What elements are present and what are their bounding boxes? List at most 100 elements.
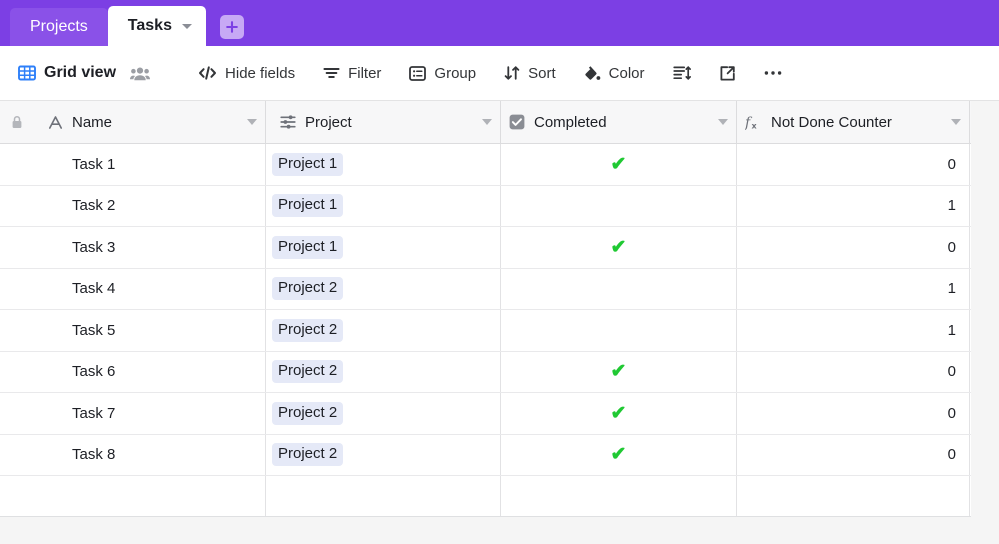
cell-counter-text: 1 (947, 280, 956, 298)
linked-record-tag[interactable]: Project 2 (272, 443, 344, 467)
cell-completed[interactable]: ✔ (501, 144, 737, 185)
cell-completed[interactable]: ✔ (501, 351, 737, 392)
checkbox-checked-icon[interactable]: ✔ (611, 445, 627, 464)
group-button[interactable]: Group (402, 58, 483, 88)
grid-container[interactable]: Name Project Completed f x Not Done Coun… (0, 101, 999, 544)
table-row[interactable]: Task 2 Project 1 1 (0, 185, 971, 227)
column-header-name[interactable]: Name (33, 101, 266, 143)
cell-not-done-counter[interactable]: 0 (737, 144, 970, 185)
cell-project[interactable]: Project 2 (266, 393, 501, 434)
row-gutter[interactable] (0, 393, 33, 434)
add-table-button[interactable] (219, 15, 244, 39)
chevron-down-icon[interactable] (247, 119, 257, 125)
tab-bar: Projects Tasks (0, 0, 999, 46)
cell-not-done-counter[interactable]: 0 (737, 227, 970, 268)
cell-project[interactable]: Project 1 (266, 185, 501, 226)
cell-not-done-counter[interactable]: 0 (737, 393, 970, 434)
cell-completed[interactable]: ✔ (501, 227, 737, 268)
grid-footer (0, 517, 971, 544)
table-row[interactable]: Task 6 Project 2 ✔ 0 (0, 351, 971, 393)
cell-name[interactable]: Task 5 (33, 310, 266, 351)
cell-name[interactable]: Task 1 (33, 144, 266, 185)
cell-name[interactable]: Task 7 (33, 393, 266, 434)
add-record-completed-cell[interactable] (501, 476, 737, 516)
cell-project[interactable]: Project 2 (266, 434, 501, 475)
cell-project[interactable]: Project 2 (266, 310, 501, 351)
cell-name[interactable]: Task 2 (33, 185, 266, 226)
row-gutter[interactable] (0, 435, 33, 476)
cell-not-done-counter[interactable]: 1 (737, 185, 970, 226)
color-button[interactable]: Color (577, 58, 652, 88)
add-record-name-cell[interactable] (33, 476, 266, 516)
chevron-down-icon[interactable] (181, 23, 192, 29)
collaborators-button[interactable] (123, 58, 157, 88)
cell-counter-text: 1 (947, 197, 956, 215)
row-height-button[interactable] (666, 58, 698, 88)
add-record-row[interactable] (0, 476, 971, 517)
share-view-button[interactable] (712, 58, 743, 88)
cell-name[interactable]: Task 3 (33, 227, 266, 268)
cell-not-done-counter[interactable]: 1 (737, 310, 970, 351)
more-options-button[interactable] (757, 58, 789, 88)
checkbox-checked-icon[interactable]: ✔ (611, 155, 627, 174)
cell-name[interactable]: Task 8 (33, 434, 266, 475)
cell-project[interactable]: Project 2 (266, 351, 501, 392)
cell-project[interactable]: Project 1 (266, 144, 501, 185)
row-gutter[interactable] (0, 352, 33, 393)
add-record-gutter[interactable] (0, 476, 33, 516)
column-header-project[interactable]: Project (266, 101, 501, 143)
cell-completed[interactable]: ✔ (501, 434, 737, 475)
cell-completed[interactable] (501, 310, 737, 351)
row-gutter[interactable] (0, 310, 33, 351)
chevron-down-icon[interactable] (718, 119, 728, 125)
cell-completed[interactable] (501, 185, 737, 226)
filter-button[interactable]: Filter (316, 58, 388, 88)
row-gutter[interactable] (0, 227, 33, 268)
linked-record-tag[interactable]: Project 2 (272, 360, 344, 384)
plus-icon (226, 21, 238, 33)
linked-record-tag[interactable]: Project 1 (272, 152, 344, 176)
cell-project[interactable]: Project 1 (266, 227, 501, 268)
filter-label: Filter (348, 64, 382, 82)
linked-record-tag[interactable]: Project 1 (272, 235, 344, 259)
checkbox-checked-icon[interactable]: ✔ (611, 238, 627, 257)
table-row[interactable]: Task 5 Project 2 1 (0, 310, 971, 352)
column-header-name-label: Name (72, 113, 113, 131)
grid-view-switcher[interactable]: Grid view (11, 58, 123, 88)
table-row[interactable]: Task 7 Project 2 ✔ 0 (0, 393, 971, 435)
row-gutter[interactable] (0, 269, 33, 310)
row-gutter[interactable] (0, 144, 33, 185)
cell-name[interactable]: Task 4 (33, 268, 266, 309)
cell-name[interactable]: Task 6 (33, 351, 266, 392)
cell-project[interactable]: Project 2 (266, 268, 501, 309)
linked-record-tag[interactable]: Project 2 (272, 401, 344, 425)
add-record-project-cell[interactable] (266, 476, 501, 516)
linked-record-tag[interactable]: Project 2 (272, 277, 344, 301)
cell-completed[interactable] (501, 268, 737, 309)
table-row[interactable]: Task 8 Project 2 ✔ 0 (0, 434, 971, 476)
cell-completed[interactable]: ✔ (501, 393, 737, 434)
cell-not-done-counter[interactable]: 0 (737, 351, 970, 392)
sort-button[interactable]: Sort (497, 58, 563, 88)
linked-record-tag[interactable]: Project 1 (272, 194, 344, 218)
cell-name-text: Task 1 (72, 155, 116, 173)
table-row[interactable]: Task 3 Project 1 ✔ 0 (0, 227, 971, 269)
tab-tasks[interactable]: Tasks (107, 6, 206, 46)
linked-record-tag[interactable]: Project 2 (272, 318, 344, 342)
column-header-not-done-counter[interactable]: f x Not Done Counter (737, 101, 970, 143)
column-header-completed[interactable]: Completed (501, 101, 737, 143)
cell-not-done-counter[interactable]: 0 (737, 434, 970, 475)
row-gutter[interactable] (0, 186, 33, 227)
add-record-counter-cell[interactable] (737, 476, 970, 516)
cell-not-done-counter[interactable]: 1 (737, 268, 970, 309)
table-row[interactable]: Task 1 Project 1 ✔ 0 (0, 144, 971, 186)
chevron-down-icon[interactable] (482, 119, 492, 125)
hide-fields-button[interactable]: Hide fields (191, 58, 302, 88)
column-header-not-done-counter-label: Not Done Counter (771, 113, 892, 131)
table-row[interactable]: Task 4 Project 2 1 (0, 268, 971, 310)
checkbox-checked-icon[interactable]: ✔ (611, 362, 627, 381)
group-icon (409, 65, 427, 82)
tab-projects[interactable]: Projects (10, 8, 108, 46)
chevron-down-icon[interactable] (951, 119, 961, 125)
checkbox-checked-icon[interactable]: ✔ (611, 404, 627, 423)
